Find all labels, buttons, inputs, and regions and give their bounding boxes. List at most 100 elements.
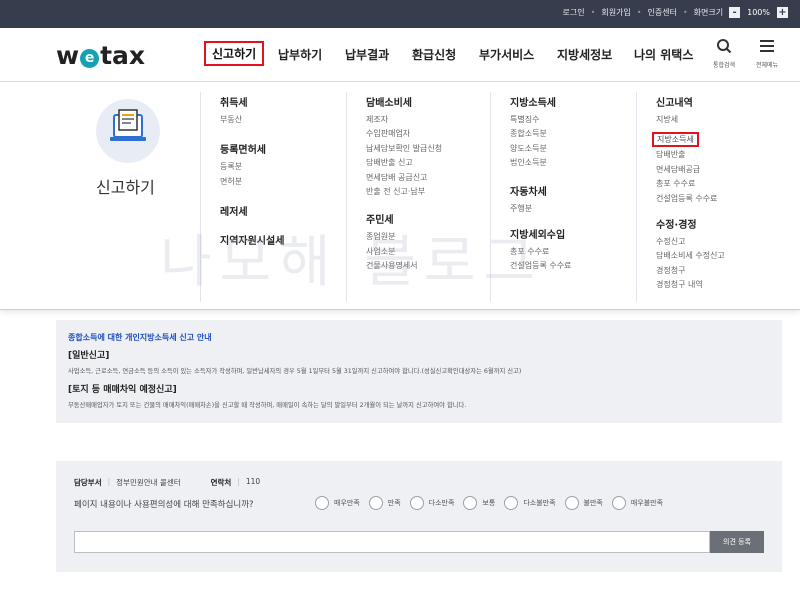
menu-heading[interactable]: 취득세 — [220, 94, 284, 109]
menu-link[interactable]: 총포 수수료 — [656, 177, 725, 191]
menu-heading[interactable]: 레저세 — [220, 203, 284, 218]
menu-link[interactable]: 부동산 — [220, 113, 284, 127]
radio-button[interactable] — [315, 496, 329, 510]
guide-heading-land: [토지 등 매매차익 예정신고] — [68, 385, 177, 395]
full-menu-button[interactable]: 전체메뉴 — [747, 38, 787, 69]
menu-heading[interactable]: 수정·경정 — [656, 216, 725, 231]
menu-heading[interactable]: 지방세외수입 — [510, 226, 571, 241]
menu-group: 담배소비세 제조자 수입판매업자 납세담보확인 발급신청 담배반출 신고 면세담… — [366, 94, 442, 199]
submit-opinion-button[interactable]: 의견 등록 — [710, 531, 764, 553]
menu-link[interactable]: 법인소득분 — [510, 156, 571, 170]
nav-my-wetax[interactable]: 나의 위택스 — [634, 46, 693, 63]
menu-heading[interactable]: 담배소비세 — [366, 94, 442, 109]
contact-label: 연락처 — [210, 478, 232, 487]
menu-link[interactable]: 제조자 — [366, 113, 442, 127]
menu-heading[interactable]: 지방소득세 — [510, 94, 571, 109]
menu-column-local-income: 지방소득세 특별징수 종합소득분 양도소득분 법인소득분 자동차세 주행분 지방… — [510, 94, 571, 283]
separator: | — [107, 477, 111, 486]
menu-group: 지방세외수입 총포 수수료 건설업등록 수수료 — [510, 226, 571, 274]
menu-column-history: 신고내역 지방세 지방소득세 담배반출 면세담배공급 총포 수수료 건설업등록 … — [652, 94, 725, 302]
guide-title: 종합소득에 대한 개인지방소득세 신고 안내 — [68, 333, 212, 342]
menu-link[interactable]: 담배소비세 수정신고 — [656, 249, 725, 263]
radio-button[interactable] — [368, 496, 383, 510]
option-label: 매우만족 — [334, 499, 360, 507]
option-neutral[interactable]: 보통 — [463, 496, 495, 510]
section-title: 신고하기 — [96, 178, 155, 197]
blog-watermark: 나모해 블로그 — [160, 230, 543, 295]
menu-link[interactable]: 양도소득분 — [510, 142, 571, 156]
menu-column-acquisition: 취득세 부동산 등록면허세 등록분 면허분 레저세 지역자원시설세 — [220, 94, 284, 256]
nav-report[interactable]: 신고하기 — [204, 41, 265, 66]
menu-link[interactable]: 면세담배공급 — [656, 163, 725, 177]
menu-link[interactable]: 종업원분 — [366, 230, 442, 244]
guide-text-general: 사업소득, 근로소득, 연금소득 등의 소득이 있는 소득자가 작성하며, 일반… — [68, 368, 522, 375]
column-divider — [200, 92, 201, 302]
menu-link[interactable]: 등록분 — [220, 160, 284, 174]
wetax-logo[interactable]: w e tax — [56, 41, 145, 70]
menu-link[interactable]: 건설업등록 수수료 — [510, 259, 571, 273]
menu-group: 수정·경정 수정신고 담배소비세 수정신고 경정청구 경정청구 내역 — [656, 216, 725, 293]
nav-extra-services[interactable]: 부가서비스 — [479, 46, 534, 63]
radio-button[interactable] — [564, 496, 579, 510]
menu-link[interactable]: 종합소득분 — [510, 127, 571, 141]
radio-button[interactable] — [504, 496, 519, 510]
satisfaction-options: 매우만족 만족 다소만족 보통 다소불만족 불만족 매우불만족 — [315, 496, 672, 510]
menu-link[interactable]: 건설업등록 수수료 — [656, 192, 725, 206]
menu-link[interactable]: 면세담배 공급신고 — [366, 171, 442, 185]
menu-link[interactable]: 총포 수수료 — [510, 245, 571, 259]
separator-dot: • — [682, 8, 688, 17]
option-dissatisfied[interactable]: 불만족 — [564, 496, 603, 510]
login-link[interactable]: 로그인 — [563, 7, 585, 18]
option-label: 불만족 — [583, 499, 603, 507]
document-laptop-icon — [110, 109, 146, 141]
integrated-search-button[interactable]: 통합검색 — [704, 38, 744, 69]
separator: | — [237, 477, 240, 486]
menu-group: 취득세 부동산 — [220, 94, 284, 127]
radio-button[interactable] — [409, 496, 424, 510]
menu-link[interactable]: 담배반출 신고 — [366, 156, 442, 170]
menu-heading[interactable]: 신고내역 — [656, 94, 725, 109]
menu-link[interactable]: 지방세 — [656, 113, 725, 127]
menu-link[interactable]: 납세담보확인 발급신청 — [366, 142, 442, 156]
menu-heading[interactable]: 자동차세 — [510, 183, 571, 198]
nav-refund[interactable]: 환급신청 — [412, 46, 456, 63]
menu-link[interactable]: 주행분 — [510, 202, 571, 216]
nav-payment-result[interactable]: 납부결과 — [345, 46, 389, 63]
menu-heading[interactable]: 주민세 — [366, 211, 442, 226]
cert-center-link[interactable]: 인증센터 — [648, 7, 677, 18]
option-somewhat-satisfied[interactable]: 다소만족 — [409, 496, 454, 510]
menu-link[interactable]: 건물사용명세서 — [366, 259, 442, 273]
zoom-in-button[interactable]: + — [777, 7, 788, 18]
menu-heading[interactable]: 지역자원시설세 — [220, 232, 284, 247]
menu-link[interactable]: 면허분 — [220, 175, 284, 189]
menu-link[interactable]: 수정신고 — [656, 235, 725, 249]
signup-link[interactable]: 회원가입 — [601, 7, 630, 18]
utility-links: 로그인 • 회원가입 • 인증센터 • 화면크기 - 100% + — [563, 7, 788, 18]
menu-heading[interactable]: 등록면허세 — [220, 141, 284, 156]
option-very-dissatisfied[interactable]: 매우불만족 — [611, 496, 663, 510]
radio-button[interactable] — [611, 496, 626, 510]
menu-link[interactable]: 반출 전 신고·납부 — [366, 185, 442, 199]
menu-link[interactable]: 수입판매업자 — [366, 127, 442, 141]
dept-label: 담당부서 — [74, 478, 102, 487]
guide-text-land: 부동산매매업자가 토지 또는 건물의 매매차익(매매차손)을 신고할 때 작성하… — [68, 402, 467, 409]
zoom-out-button[interactable]: - — [729, 7, 741, 18]
menu-link[interactable]: 특별징수 — [510, 113, 571, 127]
menu-link[interactable]: 경정청구 내역 — [656, 278, 725, 292]
menu-label: 전체메뉴 — [755, 62, 779, 69]
menu-group: 주민세 종업원분 사업소분 건물사용명세서 — [366, 211, 442, 273]
menu-link-highlighted[interactable]: 지방소득세 — [652, 132, 699, 148]
radio-button[interactable] — [463, 496, 478, 510]
column-divider — [346, 92, 347, 302]
option-satisfied[interactable]: 만족 — [368, 496, 401, 510]
menu-link[interactable]: 사업소분 — [366, 245, 442, 259]
option-somewhat-dissatisfied[interactable]: 다소불만족 — [504, 496, 556, 510]
option-very-satisfied[interactable]: 매우만족 — [315, 496, 360, 510]
nav-payment[interactable]: 납부하기 — [278, 46, 322, 63]
separator-dot: • — [590, 8, 596, 17]
menu-link[interactable]: 담배반출 — [656, 148, 725, 162]
menu-link[interactable]: 경정청구 — [656, 264, 725, 278]
nav-local-tax-info[interactable]: 지방세정보 — [557, 46, 612, 63]
opinion-input[interactable] — [74, 531, 710, 553]
